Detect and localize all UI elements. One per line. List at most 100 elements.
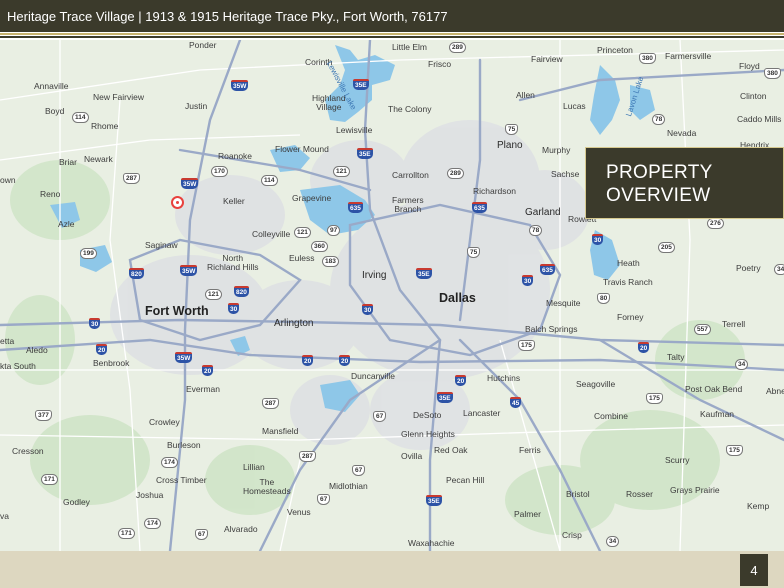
map-label-lillian: Lillian (243, 462, 265, 472)
route-shield: 635 (472, 202, 487, 214)
map-label-travis-ranch: Travis Ranch (603, 277, 653, 287)
route-shield: 287 (262, 398, 279, 410)
map-label-poetry: Poetry (736, 263, 761, 273)
route-shield: 360 (311, 241, 328, 253)
map-label-the-homesteads: The Homesteads (243, 477, 291, 496)
dark-divider (0, 36, 784, 38)
route-shield: 30 (89, 318, 101, 330)
map-label-mesquite: Mesquite (546, 298, 581, 308)
route-shield: 35E (426, 495, 442, 507)
route-shield: 205 (658, 242, 675, 254)
map-label-grapevine: Grapevine (292, 193, 332, 203)
map-label-waxahachie: Waxahachie (408, 538, 455, 548)
route-shield: 121 (333, 166, 350, 178)
route-shield: 174 (161, 457, 178, 469)
map-label-frisco: Frisco (428, 59, 452, 69)
route-shield: 34 (606, 536, 620, 548)
map-label-bristol: Bristol (566, 489, 590, 499)
route-shield: 183 (322, 256, 339, 268)
footer-bar (0, 551, 784, 588)
route-shield: 635 (540, 264, 555, 276)
route-shield: 287 (299, 451, 316, 463)
map-label-ferris: Ferris (519, 445, 541, 455)
route-shield: 20 (638, 342, 650, 354)
map-label-glenn-heights: Glenn Heights (401, 429, 455, 439)
map-label-ovilla: Ovilla (401, 451, 423, 461)
route-shield: 121 (294, 227, 311, 239)
route-shield: 170 (211, 166, 228, 178)
map-label-forney: Forney (617, 312, 644, 322)
map-label-duncanville: Duncanville (351, 371, 395, 381)
map-label-garland: Garland (525, 207, 561, 218)
route-shield: 171 (41, 474, 58, 486)
route-shield: 820 (129, 268, 144, 280)
gold-divider (0, 33, 784, 35)
route-shield: 34 (735, 359, 749, 371)
route-shield: 121 (205, 289, 222, 301)
map-label-briar: Briar (59, 157, 77, 167)
route-shield: 380 (639, 53, 656, 65)
page-title: Heritage Trace Village | 1913 & 1915 Her… (7, 9, 448, 24)
map-label-joshua: Joshua (136, 490, 164, 500)
map-label-scurry: Scurry (665, 455, 690, 465)
map-label-grays-prairie: Grays Prairie (670, 485, 720, 495)
map-label-dallas: Dallas (439, 291, 476, 305)
route-shield: 78 (529, 225, 543, 237)
map-label-venus: Venus (287, 507, 311, 517)
route-shield: 35E (353, 79, 369, 91)
route-shield: 45 (510, 397, 522, 409)
route-shield: 30 (522, 275, 534, 287)
map-label-pecan-hill: Pecan Hill (446, 475, 485, 485)
map-label-ponder: Ponder (189, 40, 217, 50)
route-shield: 97 (327, 225, 341, 237)
route-shield: 35E (437, 392, 453, 404)
route-shield: 20 (96, 344, 108, 356)
map-label-sachse: Sachse (551, 169, 580, 179)
route-shield: 35W (181, 178, 199, 190)
map-canvas (0, 40, 784, 551)
route-shield: 30 (592, 234, 604, 246)
route-shield: 20 (455, 375, 467, 387)
map-label-colleyville: Colleyville (252, 229, 291, 239)
map-label-irving: Irving (362, 270, 387, 281)
map-label-newark: Newark (84, 154, 113, 164)
map-label-new-fairview: New Fairview (93, 92, 145, 102)
route-shield: 35E (416, 268, 432, 280)
map-label-abner: Abne (766, 386, 784, 396)
route-shield: 289 (447, 168, 464, 180)
route-shield: 20 (302, 355, 314, 367)
map-label-fort-worth: Fort Worth (145, 304, 209, 318)
route-shield: 287 (123, 173, 140, 185)
map-label-floyd: Floyd (739, 61, 760, 71)
map-label-seagoville: Seagoville (576, 379, 616, 389)
route-shield: 20 (339, 355, 351, 367)
route-shield: 30 (228, 303, 240, 315)
map-label-farmers-branch: Farmers Branch (392, 195, 424, 214)
route-shield: 380 (764, 68, 781, 80)
map-label-kta-south: kta South (0, 361, 36, 371)
map-label-benbrook: Benbrook (93, 358, 130, 368)
map-label-clinton: Clinton (740, 91, 767, 101)
map-label-red-oak: Red Oak (434, 445, 468, 455)
regional-map[interactable]: Ponder Little Elm Princeton Farmersville… (0, 40, 784, 551)
map-label-nevada: Nevada (667, 128, 697, 138)
map-label-cross-timber: Cross Timber (156, 475, 207, 485)
map-label-etta: etta (0, 336, 15, 346)
map-label-farmersville: Farmersville (665, 51, 712, 61)
route-shield: 635 (348, 202, 363, 214)
route-shield: 820 (234, 286, 249, 298)
map-label-kaufman: Kaufman (700, 409, 735, 419)
map-label-hutchins: Hutchins (487, 373, 521, 383)
map-label-boyd: Boyd (45, 106, 65, 116)
map-label-caddo-mills: Caddo Mills (737, 114, 782, 124)
map-label-everman: Everman (186, 384, 221, 394)
property-location-pin[interactable] (171, 196, 184, 209)
map-label-the-colony: The Colony (388, 104, 432, 114)
map-label-mansfield: Mansfield (262, 426, 299, 436)
map-label-cresson: Cresson (12, 446, 44, 456)
map-label-keller: Keller (223, 196, 245, 206)
map-label-princeton: Princeton (597, 45, 633, 55)
map-label-fairview: Fairview (531, 54, 563, 64)
map-label-town: own (0, 175, 16, 185)
route-shield: 175 (726, 445, 743, 457)
